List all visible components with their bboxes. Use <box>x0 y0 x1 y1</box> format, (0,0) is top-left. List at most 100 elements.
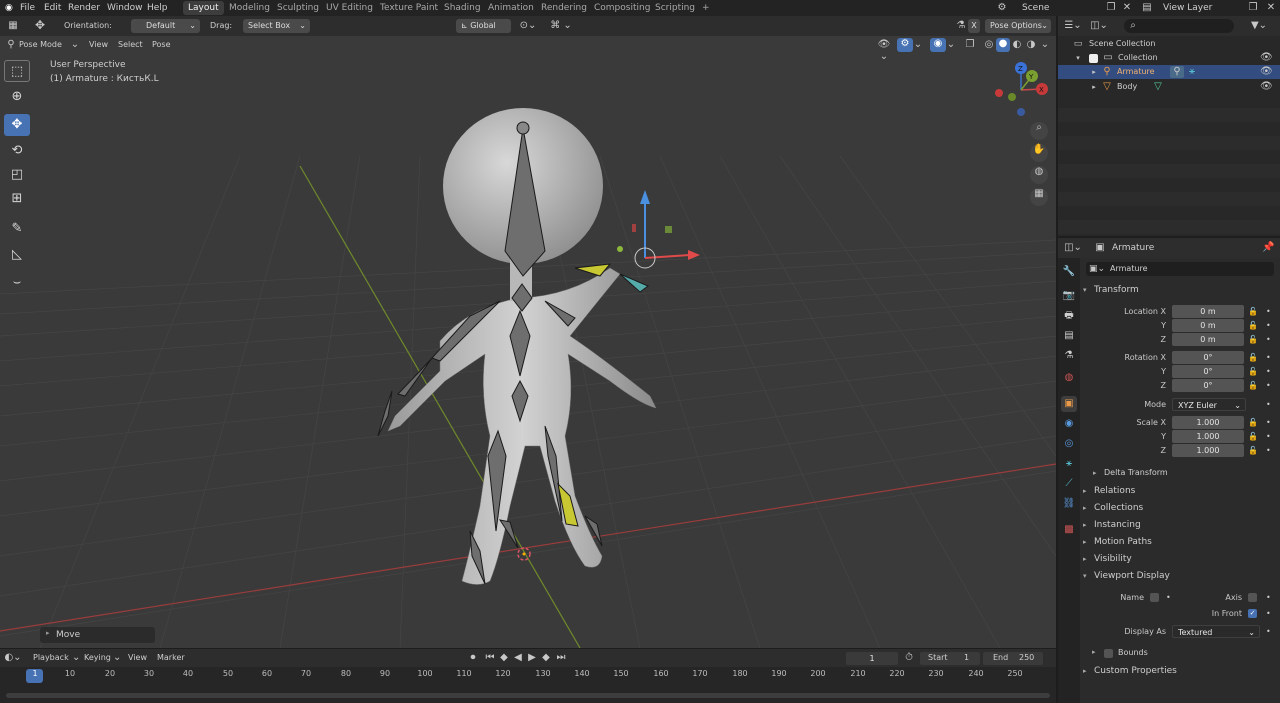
blender-logo-icon[interactable]: ◉ <box>0 1 16 15</box>
outliner-item-armature[interactable]: ▸ ⚲ Armature ⚲ ⚹ 👁 <box>1058 65 1280 79</box>
view-layer-close-icon[interactable]: ✕ <box>1264 2 1278 14</box>
end-frame-field[interactable]: End 250 <box>983 652 1043 665</box>
view-layer-name[interactable]: View Layer <box>1163 2 1212 14</box>
scale-tool-icon[interactable]: ◰ <box>4 164 30 186</box>
mode-dropdown[interactable]: Pose Mode <box>19 39 62 51</box>
rotation-mode-dropdown[interactable]: XYZ Euler ⌄ <box>1172 398 1246 411</box>
armature-data-icon[interactable]: ⚹ <box>1186 66 1198 78</box>
select-box-tool-icon[interactable]: ⬚ <box>4 60 30 82</box>
output-tab-icon[interactable]: 🖶 <box>1061 308 1077 324</box>
disclosure-triangle-icon[interactable]: ▾ <box>1074 52 1082 64</box>
tool-tab-icon[interactable]: 🔧 <box>1061 264 1077 280</box>
shading-rendered-icon[interactable]: ◑ <box>1024 39 1038 51</box>
filter-icon[interactable]: ▼⌄ <box>1248 20 1270 32</box>
timeline-menu-marker[interactable]: Marker <box>157 652 185 664</box>
keyframe-dot-icon[interactable]: • <box>1266 609 1271 618</box>
pose-data-icon[interactable]: ⚲ <box>1170 66 1184 78</box>
zoom-icon[interactable]: ⌕ <box>1030 122 1048 140</box>
overlays-toggle-icon[interactable]: ◉ <box>930 38 946 52</box>
keyframe-dot-icon[interactable]: • <box>1266 593 1271 602</box>
relations-panel-header[interactable]: ▸ Relations <box>1080 483 1276 499</box>
visibility-selectability-icon[interactable]: 👁⌄ <box>874 39 894 63</box>
collection-checkbox[interactable] <box>1089 54 1098 63</box>
menu-help[interactable]: Help <box>142 1 173 15</box>
view-layer-icon[interactable]: ▤ <box>1140 2 1154 14</box>
shading-solid-icon[interactable]: ● <box>996 38 1010 52</box>
mirror-icon[interactable]: ⚗ <box>955 20 967 32</box>
transform-orientation-dropdown[interactable]: ⊾ Global <box>456 19 511 33</box>
scene-copy-icon[interactable]: ❐ <box>1104 2 1118 14</box>
pivot-point-icon[interactable]: ⊙⌄ <box>517 20 539 32</box>
custom-properties-panel-header[interactable]: ▸ Custom Properties <box>1080 663 1276 679</box>
lock-icon[interactable]: 🔓 <box>1248 353 1258 362</box>
orientation-dropdown[interactable]: Default ⌄ <box>131 19 200 33</box>
chevron-down-icon[interactable]: ⌄ <box>946 39 956 51</box>
x-mirror-toggle[interactable]: X <box>968 19 980 33</box>
tab-uv-editing[interactable]: UV Editing <box>321 1 378 15</box>
play-icon[interactable]: ▶ <box>526 652 538 664</box>
visibility-eye-icon[interactable]: 👁 <box>1260 81 1273 93</box>
visibility-panel-header[interactable]: ▸ Visibility <box>1080 551 1276 567</box>
keyframe-dot-icon[interactable]: • <box>1266 335 1271 344</box>
jump-end-icon[interactable]: ⏭ <box>555 652 567 664</box>
keyframe-dot-icon[interactable]: • <box>1266 353 1271 362</box>
menu-pose[interactable]: Pose <box>152 39 171 51</box>
outliner-item-body[interactable]: ▸ ▽ Body ▽ 👁 <box>1058 80 1280 94</box>
lock-icon[interactable]: 🔓 <box>1248 335 1258 344</box>
tab-rendering[interactable]: Rendering <box>536 1 592 15</box>
measure-tool-icon[interactable]: ◺ <box>4 244 30 266</box>
navigation-gizmo[interactable]: Z Y X <box>990 58 1052 120</box>
viewport-display-panel-header[interactable]: ▾ Viewport Display <box>1080 568 1276 584</box>
rotate-tool-icon[interactable]: ⟲ <box>4 140 30 162</box>
play-reverse-icon[interactable]: ◀ <box>512 652 524 664</box>
timeline-menu-playback[interactable]: Playback <box>33 652 69 664</box>
last-operator-panel[interactable]: ▸ Move <box>40 627 155 643</box>
move-tool-button[interactable]: ✥ <box>4 114 30 136</box>
keyframe-dot-icon[interactable]: • <box>1266 446 1271 455</box>
start-frame-field[interactable]: Start 1 <box>920 652 980 665</box>
collections-panel-header[interactable]: ▸ Collections <box>1080 500 1276 516</box>
3d-viewport[interactable]: User Perspective (1) Armature : КистьК.L… <box>0 36 1056 648</box>
rotation-y-field[interactable]: 0° <box>1172 365 1244 378</box>
scene-close-icon[interactable]: ✕ <box>1120 2 1134 14</box>
collection-row[interactable]: ▾ ▭ Collection 👁 <box>1058 52 1280 65</box>
transform-panel-header[interactable]: ▾ Transform <box>1080 282 1276 298</box>
object-tab-icon[interactable]: ▣ <box>1061 396 1077 412</box>
keyframe-dot-icon[interactable]: • <box>1266 400 1271 409</box>
world-tab-icon[interactable]: ◍ <box>1061 370 1077 386</box>
tab-layout[interactable]: Layout <box>183 1 224 15</box>
next-keyframe-icon[interactable]: ◆ <box>540 652 552 664</box>
perspective-toggle-icon[interactable]: ▦ <box>1030 188 1048 206</box>
current-frame-field[interactable]: 1 <box>846 652 898 665</box>
vd-display-as-dropdown[interactable]: Textured ⌄ <box>1172 625 1260 638</box>
menu-file[interactable]: File <box>15 1 40 15</box>
scale-x-field[interactable]: 1.000 <box>1172 416 1244 429</box>
menu-render[interactable]: Render <box>63 1 105 15</box>
render-tab-icon[interactable]: 📷 <box>1061 288 1077 304</box>
location-z-field[interactable]: 0 m <box>1172 333 1244 346</box>
delta-transform-subpanel[interactable]: ▸ Delta Transform <box>1090 465 1276 481</box>
timeline-scrollbar[interactable] <box>6 693 1050 698</box>
shading-wireframe-icon[interactable]: ◎ <box>982 39 996 51</box>
scene-tab-icon[interactable]: ⚗ <box>1061 348 1077 364</box>
timeline-menu-keying[interactable]: Keying <box>84 652 111 664</box>
editor-type-icon[interactable]: ▦ <box>4 20 22 32</box>
display-mode-icon[interactable]: ◫⌄ <box>1090 20 1108 32</box>
keyframe-dot-icon[interactable]: • <box>1266 432 1271 441</box>
snapping-icon[interactable]: ⌘ ⌄ <box>543 20 579 32</box>
motion-paths-panel-header[interactable]: ▸ Motion Paths <box>1080 534 1276 550</box>
drag-dropdown[interactable]: Select Box ⌄ <box>243 19 310 33</box>
jump-start-icon[interactable]: ⏮ <box>484 652 496 664</box>
stopwatch-icon[interactable]: ⏱ <box>903 652 915 664</box>
rotation-x-field[interactable]: 0° <box>1172 351 1244 364</box>
tab-compositing[interactable]: Compositing <box>589 1 655 15</box>
add-workspace-button[interactable]: + <box>697 1 715 15</box>
disclosure-triangle-icon[interactable]: ▸ <box>1090 66 1098 78</box>
modifier-tab-icon[interactable]: ◉ <box>1061 416 1077 432</box>
camera-view-icon[interactable]: ◍ <box>1030 166 1048 184</box>
tab-animation[interactable]: Animation <box>483 1 539 15</box>
texture-tab-icon[interactable]: ▩ <box>1061 522 1077 538</box>
location-x-field[interactable]: 0 m <box>1172 305 1244 318</box>
tab-modeling[interactable]: Modeling <box>224 1 275 15</box>
keyframe-dot-icon[interactable]: • <box>1266 307 1271 316</box>
